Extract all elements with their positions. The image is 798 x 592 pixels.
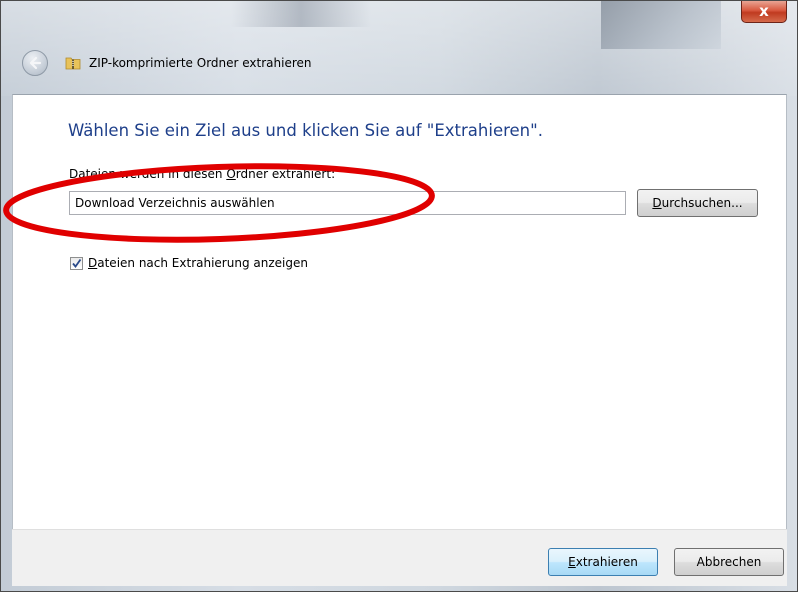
window-frame-decoration xyxy=(231,1,371,27)
target-folder-input[interactable] xyxy=(69,191,626,215)
close-icon: x xyxy=(759,2,769,20)
browse-button[interactable]: Durchsuchen... xyxy=(637,189,758,217)
cancel-button[interactable]: Abbrechen xyxy=(674,548,784,576)
instruction-heading: Wählen Sie ein Ziel aus und klicken Sie … xyxy=(68,121,543,140)
zip-folder-icon xyxy=(65,57,81,70)
target-folder-label: Dateien werden in diesen Ordner extrahie… xyxy=(69,167,336,181)
dialog-window: x ZIP-komprimierte Ordner extrahieren Wä… xyxy=(0,0,798,592)
dialog-footer: Extrahieren Abbrechen xyxy=(12,529,787,586)
show-files-checkbox[interactable] xyxy=(70,257,83,270)
dialog-content: Wählen Sie ein Ziel aus und klicken Sie … xyxy=(12,94,787,530)
extract-button[interactable]: Extrahieren xyxy=(548,548,658,576)
checkmark-icon xyxy=(72,258,82,268)
back-button[interactable] xyxy=(22,50,48,76)
window-title: ZIP-komprimierte Ordner extrahieren xyxy=(89,56,312,70)
window-frame-decoration xyxy=(601,1,721,49)
close-button[interactable]: x xyxy=(741,1,787,23)
back-arrow-icon xyxy=(29,56,42,70)
show-files-label[interactable]: Dateien nach Extrahierung anzeigen xyxy=(88,256,308,270)
